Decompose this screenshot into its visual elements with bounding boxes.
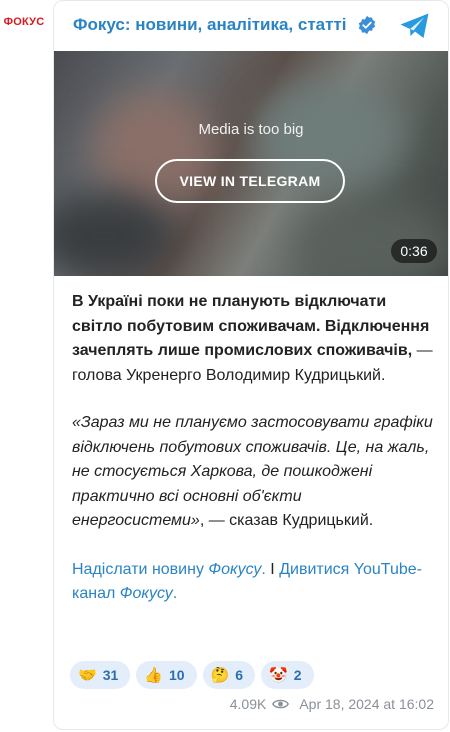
message-header: Фокус: новини, аналітика, статті xyxy=(54,1,448,51)
thinking-face-icon: 🤔 xyxy=(210,666,230,684)
reaction-count: 2 xyxy=(293,667,302,683)
reaction-count: 31 xyxy=(102,667,119,683)
quote-attribution: , — сказав Кудрицький. xyxy=(199,512,374,529)
video-preview[interactable]: Media is too big VIEW IN TELEGRAM 0:36 xyxy=(54,51,448,276)
reaction-thumbs-up[interactable]: 👍 10 xyxy=(136,661,197,689)
youtube-link-brand: Фокусу xyxy=(119,585,173,602)
eye-icon xyxy=(272,699,290,709)
reaction-thinking[interactable]: 🤔 6 xyxy=(202,661,256,689)
reaction-count: 6 xyxy=(235,667,244,683)
message-timestamp-link[interactable]: Apr 18, 2024 at 16:02 xyxy=(299,696,434,712)
view-in-telegram-button[interactable]: VIEW IN TELEGRAM xyxy=(155,159,345,203)
send-news-link-brand: Фокусу xyxy=(208,560,262,578)
bold-text: В Україні поки не планують відключати св… xyxy=(72,293,430,359)
link-separator: І xyxy=(265,560,280,578)
reaction-count: 10 xyxy=(168,667,185,683)
links-paragraph: Надіслати новину Фокусу. І Дивитися YouT… xyxy=(72,558,434,607)
message-footer: 4.09K Apr 18, 2024 at 16:02 xyxy=(54,696,434,712)
verified-badge-icon xyxy=(358,15,376,35)
media-too-big-text: Media is too big xyxy=(198,121,304,138)
views-counter: 4.09K xyxy=(230,696,290,712)
channel-avatar[interactable]: ФОКУС xyxy=(0,0,48,44)
thumbs-up-icon: 👍 xyxy=(144,666,163,684)
clown-face-icon: 🤡 xyxy=(269,666,288,684)
telegram-icon[interactable] xyxy=(399,12,431,40)
views-count: 4.09K xyxy=(229,696,267,712)
avatar-logo-text: ФОКУС xyxy=(3,16,45,28)
reaction-handshake[interactable]: 🤝 31 xyxy=(70,661,131,689)
reaction-clown[interactable]: 🤡 2 xyxy=(261,661,314,689)
message-text: В Україні поки не планують відключати св… xyxy=(72,290,434,607)
send-news-link[interactable]: Надіслати новину Фокусу. xyxy=(72,561,266,578)
message-card: Фокус: новини, аналітика, статті Media i… xyxy=(53,0,449,730)
message-paragraph: В Україні поки не планують відключати св… xyxy=(72,290,434,388)
handshake-icon: 🤝 xyxy=(78,666,97,684)
send-news-link-text: Надіслати новину xyxy=(72,560,209,578)
reactions-bar: 🤝 31 👍 10 🤔 6 🤡 2 xyxy=(70,661,314,689)
video-duration-badge: 0:36 xyxy=(391,239,437,263)
youtube-link-dot: . xyxy=(172,585,178,602)
channel-name-link[interactable]: Фокус: новини, аналітика, статті xyxy=(73,15,347,35)
quote-paragraph: «Зараз ми не плануємо застосовувати граф… xyxy=(72,411,434,534)
